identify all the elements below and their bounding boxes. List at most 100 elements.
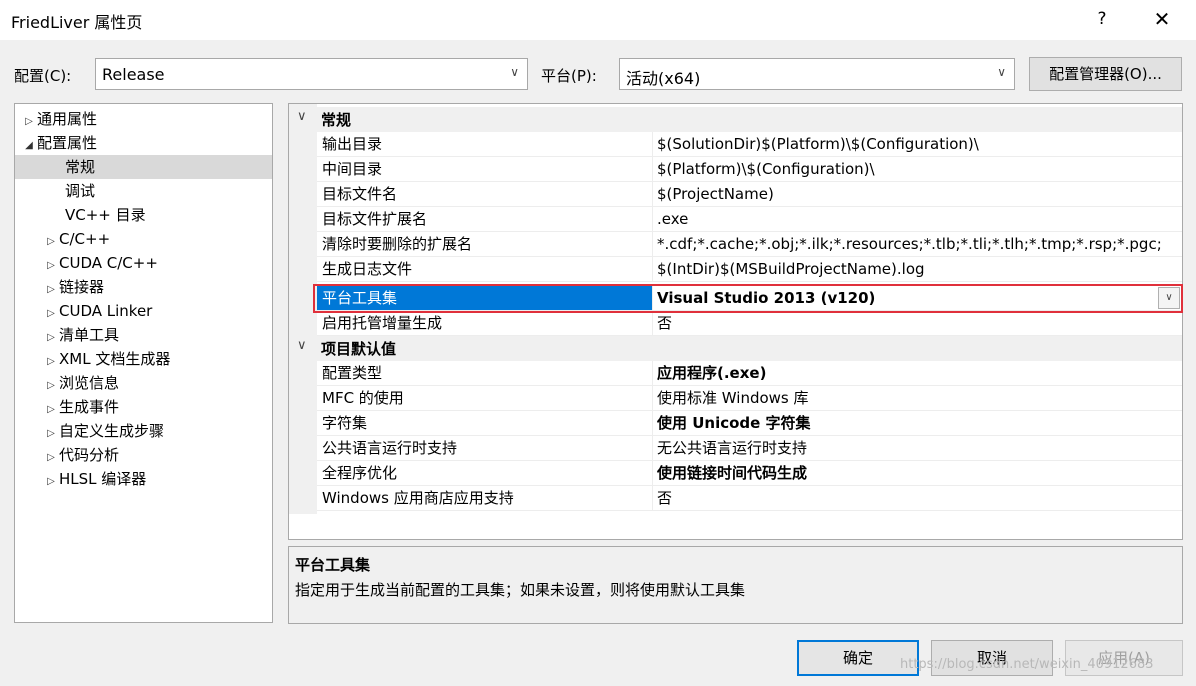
expand-icon[interactable]: ▷ bbox=[43, 470, 59, 494]
config-combo[interactable]: Release ∨ bbox=[95, 58, 528, 90]
property-name: 生成日志文件 bbox=[317, 257, 652, 282]
property-row[interactable]: 清除时要删除的扩展名 *.cdf;*.cache;*.obj;*.ilk;*.r… bbox=[289, 232, 1182, 257]
property-row[interactable]: Windows 应用商店应用支持 否 bbox=[289, 486, 1182, 511]
tree-item-build-events[interactable]: ▷ 生成事件 bbox=[15, 395, 272, 419]
property-row[interactable]: 目标文件扩展名 .exe bbox=[289, 207, 1182, 232]
tree-item-label: XML 文档生成器 bbox=[59, 350, 171, 368]
property-name: MFC 的使用 bbox=[317, 386, 652, 411]
property-row[interactable]: 目标文件名 $(ProjectName) bbox=[289, 182, 1182, 207]
property-row[interactable]: 中间目录 $(Platform)\$(Configuration)\ bbox=[289, 157, 1182, 182]
tree-item-label: 通用属性 bbox=[37, 110, 98, 128]
property-value[interactable]: *.cdf;*.cache;*.obj;*.ilk;*.resources;*.… bbox=[652, 232, 1182, 257]
platform-label: 平台(P): bbox=[541, 67, 597, 85]
tree-item-label: 代码分析 bbox=[59, 446, 120, 464]
chevron-down-icon[interactable]: ∨ bbox=[297, 338, 307, 353]
tree-item-label: 常规 bbox=[65, 158, 96, 176]
tree-item-common-properties[interactable]: ▷ 通用属性 bbox=[15, 107, 272, 131]
window-title: FriedLiver 属性页 bbox=[11, 13, 143, 32]
category-label: 项目默认值 bbox=[321, 340, 397, 358]
property-grid[interactable]: ∨ 常规 输出目录 $(SolutionDir)$(Platform)\$(Co… bbox=[288, 103, 1183, 540]
property-name: 启用托管增量生成 bbox=[317, 311, 652, 336]
property-row[interactable]: 公共语言运行时支持 无公共语言运行时支持 bbox=[289, 436, 1182, 461]
tree-item-code-analysis[interactable]: ▷ 代码分析 bbox=[15, 443, 272, 467]
property-value[interactable]: 无公共语言运行时支持 bbox=[652, 436, 1182, 461]
tree-item-linker[interactable]: ▷ 链接器 bbox=[15, 275, 272, 299]
property-value[interactable]: 使用 Unicode 字符集 bbox=[652, 411, 1182, 436]
property-name: 全程序优化 bbox=[317, 461, 652, 486]
chevron-down-icon[interactable]: ∨ bbox=[1158, 287, 1180, 309]
property-value[interactable]: 使用标准 Windows 库 bbox=[652, 386, 1182, 411]
category-label: 常规 bbox=[321, 111, 352, 129]
property-row[interactable]: 全程序优化 使用链接时间代码生成 bbox=[289, 461, 1182, 486]
tree-item-config-properties[interactable]: ◢ 配置属性 bbox=[15, 131, 272, 155]
property-name: Windows 应用商店应用支持 bbox=[317, 486, 652, 511]
tree-item-custom-build-step[interactable]: ▷ 自定义生成步骤 bbox=[15, 419, 272, 443]
tree-item-general[interactable]: 常规 bbox=[15, 155, 272, 179]
property-name: 配置类型 bbox=[317, 361, 652, 386]
tree-item-cpp[interactable]: ▷ C/C++ bbox=[15, 227, 272, 251]
tree-item-browse-info[interactable]: ▷ 浏览信息 bbox=[15, 371, 272, 395]
tree-item-label: HLSL 编译器 bbox=[59, 470, 147, 488]
tree-item-debugging[interactable]: 调试 bbox=[15, 179, 272, 203]
property-tree[interactable]: ▷ 通用属性 ◢ 配置属性 常规 调试 VC++ 目录 ▷ C/C++ ▷ CUDA C… bbox=[14, 103, 273, 623]
category-project-defaults[interactable]: ∨ 项目默认值 bbox=[289, 336, 1182, 361]
tree-item-label: C/C++ bbox=[59, 230, 111, 248]
tree-item-label: 清单工具 bbox=[59, 326, 120, 344]
property-row[interactable]: 配置类型 应用程序(.exe) bbox=[289, 361, 1182, 386]
property-value[interactable]: 否 bbox=[652, 486, 1182, 511]
tree-item-label: 自定义生成步骤 bbox=[59, 422, 165, 440]
property-value[interactable]: $(SolutionDir)$(Platform)\$(Configuratio… bbox=[652, 132, 1182, 157]
property-name: 字符集 bbox=[317, 411, 652, 436]
property-name: 中间目录 bbox=[317, 157, 652, 182]
property-name: 平台工具集 bbox=[317, 286, 652, 311]
property-row[interactable]: 输出目录 $(SolutionDir)$(Platform)\$(Configu… bbox=[289, 132, 1182, 157]
tree-item-label: 配置属性 bbox=[37, 134, 98, 152]
property-row-platform-toolset[interactable]: 平台工具集 Visual Studio 2013 (v120) bbox=[289, 286, 1182, 311]
chevron-down-icon[interactable]: ∨ bbox=[297, 109, 307, 124]
tree-item-xml-doc-generator[interactable]: ▷ XML 文档生成器 bbox=[15, 347, 272, 371]
property-row[interactable]: 生成日志文件 $(IntDir)$(MSBuildProjectName).lo… bbox=[289, 257, 1182, 282]
description-title: 平台工具集 bbox=[295, 556, 371, 574]
chevron-down-icon: ∨ bbox=[997, 65, 1006, 79]
tree-item-vc-directories[interactable]: VC++ 目录 bbox=[15, 203, 272, 227]
config-value: Release bbox=[102, 65, 165, 84]
tree-item-label: CUDA Linker bbox=[59, 302, 153, 320]
property-row[interactable]: 启用托管增量生成 否 bbox=[289, 311, 1182, 336]
property-value[interactable]: 使用链接时间代码生成 bbox=[652, 461, 1182, 486]
property-name: 公共语言运行时支持 bbox=[317, 436, 652, 461]
property-row[interactable]: 字符集 使用 Unicode 字符集 bbox=[289, 411, 1182, 436]
tree-item-hlsl-compiler[interactable]: ▷ HLSL 编译器 bbox=[15, 467, 272, 491]
category-general[interactable]: ∨ 常规 bbox=[289, 107, 1182, 132]
chevron-down-icon: ∨ bbox=[510, 65, 519, 79]
property-name: 目标文件扩展名 bbox=[317, 207, 652, 232]
tree-item-label: VC++ 目录 bbox=[65, 206, 146, 224]
platform-value: 活动(x64) bbox=[626, 69, 701, 88]
property-value[interactable]: $(Platform)\$(Configuration)\ bbox=[652, 157, 1182, 182]
tree-item-cuda-cpp[interactable]: ▷ CUDA C/C++ bbox=[15, 251, 272, 275]
tree-item-label: CUDA C/C++ bbox=[59, 254, 158, 272]
description-pane: 平台工具集 指定用于生成当前配置的工具集；如果未设置，则将使用默认工具集 bbox=[288, 546, 1183, 624]
property-value[interactable]: $(ProjectName) bbox=[652, 182, 1182, 207]
tree-item-label: 调试 bbox=[65, 182, 96, 200]
property-value[interactable]: 否 bbox=[652, 311, 1182, 336]
tree-item-label: 浏览信息 bbox=[59, 374, 120, 392]
tree-item-manifest-tool[interactable]: ▷ 清单工具 bbox=[15, 323, 272, 347]
property-row[interactable]: MFC 的使用 使用标准 Windows 库 bbox=[289, 386, 1182, 411]
help-button[interactable]: ? bbox=[1090, 7, 1114, 31]
config-label: 配置(C): bbox=[14, 67, 72, 85]
config-manager-button[interactable]: 配置管理器(O)... bbox=[1029, 57, 1182, 91]
property-value[interactable]: Visual Studio 2013 (v120) bbox=[652, 286, 1182, 311]
property-name: 输出目录 bbox=[317, 132, 652, 157]
watermark: https://blog.csdn.net/weixin_40912683 bbox=[900, 657, 1154, 672]
property-value[interactable]: $(IntDir)$(MSBuildProjectName).log bbox=[652, 257, 1182, 282]
title-bar: FriedLiver 属性页 ? ✕ bbox=[0, 0, 1196, 40]
platform-combo[interactable]: 活动(x64) ∨ bbox=[619, 58, 1015, 90]
property-value[interactable]: 应用程序(.exe) bbox=[652, 361, 1182, 386]
property-name: 清除时要删除的扩展名 bbox=[317, 232, 652, 257]
description-text: 指定用于生成当前配置的工具集；如果未设置，则将使用默认工具集 bbox=[295, 581, 746, 599]
tree-item-cuda-linker[interactable]: ▷ CUDA Linker bbox=[15, 299, 272, 323]
close-icon[interactable]: ✕ bbox=[1150, 7, 1174, 31]
property-name: 目标文件名 bbox=[317, 182, 652, 207]
property-value[interactable]: .exe bbox=[652, 207, 1182, 232]
tree-item-label: 链接器 bbox=[59, 278, 105, 296]
